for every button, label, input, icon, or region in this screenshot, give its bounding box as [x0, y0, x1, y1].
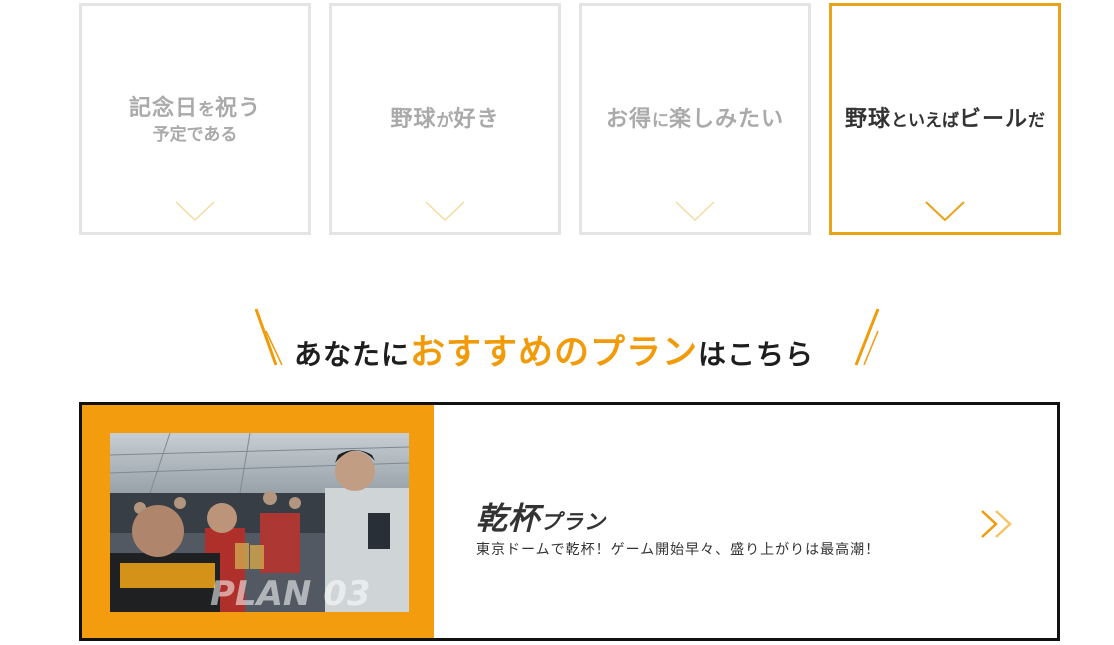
plan-photo: PLAN 03: [110, 433, 409, 612]
card-good-deal[interactable]: お得に楽しみたい: [579, 3, 811, 235]
double-chevron-right-icon[interactable]: [980, 507, 1020, 541]
card-baseball-beer[interactable]: 野球といえばビールだ: [829, 3, 1061, 235]
heading-title: あなたにおすすめのプランはこちら: [294, 333, 815, 373]
plan-image-frame: PLAN 03: [82, 405, 434, 638]
card-anniversary[interactable]: 記念日を祝う 予定である: [79, 3, 311, 235]
card-label: 野球が好き: [390, 107, 500, 132]
stadium-crowd-photo: PLAN 03: [110, 433, 409, 612]
card-label: 記念日を祝う 予定である: [128, 96, 262, 145]
chevron-down-icon: [425, 201, 465, 221]
chevron-down-icon: [675, 201, 715, 221]
card-label: 野球といえばビールだ: [844, 107, 1046, 132]
plan-description: 東京ドームで乾杯！ゲーム開始早々、盛り上がりは最高潮！: [476, 542, 881, 558]
right-slash-decoration: [854, 308, 880, 366]
plan-title: 乾杯プラン: [476, 501, 606, 537]
section-heading: あなたにおすすめのプランはこちら: [0, 305, 1114, 375]
plan-photo-overlay-text: PLAN 03: [210, 574, 371, 612]
card-label: お得に楽しみたい: [605, 107, 785, 132]
plan-card[interactable]: PLAN 03 乾杯プラン 東京ドームで乾杯！ゲーム開始早々、盛り上がりは最高潮…: [79, 402, 1060, 641]
card-like-baseball[interactable]: 野球が好き: [329, 3, 561, 235]
chevron-down-icon: [175, 201, 215, 221]
chevron-down-icon: [925, 201, 965, 221]
selector-cards: 記念日を祝う 予定である 野球が好き お得に楽しみたい 野球といえばビールだ: [79, 3, 1061, 235]
left-slash-decoration: [254, 308, 283, 366]
